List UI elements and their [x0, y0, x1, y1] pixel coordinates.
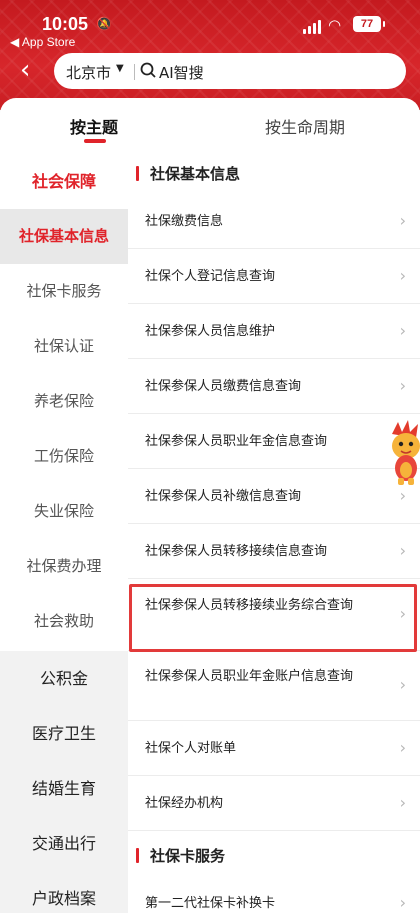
chevron-right-icon: ›: [399, 793, 406, 812]
list-item-label: 社保参保人员补缴信息查询: [145, 489, 302, 504]
sidebar-item-social-assistance[interactable]: 社会救助: [0, 594, 128, 649]
tab-by-topic[interactable]: 按主题: [70, 114, 118, 138]
list-item-label: 社保参保人员转移接续信息查询: [145, 544, 328, 559]
list-item-label: 社保个人登记信息查询: [145, 269, 276, 284]
wifi-icon: ◠: [328, 16, 342, 34]
list-item-label: 社保参保人员职业年金账户信息查询: [145, 669, 354, 684]
back-chevron-icon[interactable]: ‹: [20, 57, 30, 83]
section-title: 社保基本信息: [150, 165, 241, 183]
list-item[interactable]: 社保缴费信息 ›: [128, 194, 420, 249]
search-divider: [134, 64, 135, 80]
list-item[interactable]: 社保经办机构 ›: [128, 776, 420, 831]
list-item-label: 社保经办机构: [145, 796, 224, 811]
chevron-right-icon: ›: [399, 376, 406, 395]
sidebar-item-social-card[interactable]: 社保卡服务: [0, 264, 128, 319]
list-item-label: 社保缴费信息: [145, 214, 224, 229]
highlight-box: [129, 584, 417, 652]
tab-by-lifecycle[interactable]: 按生命周期: [265, 114, 345, 138]
list-item[interactable]: 社保参保人员信息维护 ›: [128, 304, 420, 359]
search-bar[interactable]: 北京市 ▼ AI智搜: [54, 53, 406, 89]
sidebar-item-unemployment[interactable]: 失业保险: [0, 484, 128, 539]
section-header: 社保卡服务: [128, 838, 420, 874]
status-bar: 10:05 🔕 ◀ App Store ◠ 77: [0, 10, 420, 49]
chevron-right-icon: ›: [399, 541, 406, 560]
list-item[interactable]: 社保参保人员缴费信息查询 ›: [128, 359, 420, 414]
caret-down-icon: ▼: [116, 63, 124, 74]
chevron-right-icon: ›: [399, 738, 406, 757]
search-input[interactable]: AI智搜: [159, 62, 204, 83]
tab-active-indicator: [84, 139, 106, 143]
sidebar-category-housing-fund[interactable]: 公积金: [0, 651, 128, 706]
list-item[interactable]: 第一二代社保卡补换卡 ›: [128, 876, 420, 913]
section-title: 社保卡服务: [150, 847, 226, 865]
list-item-label: 社保参保人员职业年金信息查询: [145, 434, 328, 449]
chevron-right-icon: ›: [399, 266, 406, 285]
sidebar-category-social-security[interactable]: 社会保障: [0, 154, 128, 209]
main-card: 按主题 按生命周期 社会保障 社保基本信息 社保卡服务 社保认证 养老保险 工伤…: [0, 98, 420, 913]
sidebar-item-fee-handling[interactable]: 社保费办理: [0, 539, 128, 594]
section-marker: [136, 166, 139, 181]
list-item[interactable]: 社保参保人员补缴信息查询 ›: [128, 469, 420, 524]
chevron-right-icon: ›: [399, 486, 406, 505]
sidebar-item-pension[interactable]: 养老保险: [0, 374, 128, 429]
chevron-right-icon: ›: [399, 893, 406, 912]
list-item-label: 社保参保人员信息维护: [145, 324, 276, 339]
list-item[interactable]: 社保参保人员职业年金信息查询 ›: [128, 414, 420, 469]
list-item[interactable]: 社保参保人员职业年金账户信息查询 ›: [128, 651, 420, 721]
section-marker: [136, 848, 139, 863]
category-sidebar: 社会保障 社保基本信息 社保卡服务 社保认证 养老保险 工伤保险 失业保险 社保…: [0, 154, 128, 913]
back-to-app-store-link[interactable]: ◀ App Store: [10, 35, 75, 49]
list-item-label: 社保参保人员缴费信息查询: [145, 379, 302, 394]
header-bar: 10:05 🔕 ◀ App Store ◠ 77 ‹ 北京市 ▼ AI智搜: [0, 0, 420, 110]
chevron-right-icon: ›: [399, 211, 406, 230]
list-item[interactable]: 社保个人对账单 ›: [128, 721, 420, 776]
battery-icon: 77: [353, 16, 385, 32]
sidebar-category-transport[interactable]: 交通出行: [0, 816, 128, 871]
status-time: 10:05: [42, 14, 89, 34]
sidebar-category-medical[interactable]: 医疗卫生: [0, 706, 128, 761]
list-item[interactable]: 社保个人登记信息查询 ›: [128, 249, 420, 304]
mascot-icon[interactable]: [384, 420, 420, 486]
list-item-label: 第一二代社保卡补换卡: [145, 896, 276, 911]
sidebar-item-injury-insurance[interactable]: 工伤保险: [0, 429, 128, 484]
tab-bar: 按主题 按生命周期: [0, 98, 420, 154]
sidebar-category-marriage-birth[interactable]: 结婚生育: [0, 761, 128, 816]
list-item-label: 社保个人对账单: [145, 741, 237, 756]
cellular-signal-icon: [303, 20, 323, 34]
chevron-right-icon: ›: [399, 675, 406, 694]
bell-off-icon: 🔕: [96, 17, 113, 32]
ai-search-icon: [139, 61, 157, 83]
city-selector[interactable]: 北京市: [66, 62, 111, 83]
sidebar-category-household-records[interactable]: 户政档案: [0, 871, 128, 913]
sidebar-item-authentication[interactable]: 社保认证: [0, 319, 128, 374]
sidebar-item-social-basic-info[interactable]: 社保基本信息: [0, 209, 128, 264]
section-header: 社保基本信息: [128, 156, 420, 192]
list-item[interactable]: 社保参保人员转移接续信息查询 ›: [128, 524, 420, 579]
service-list: 社保基本信息 社保缴费信息 › 社保个人登记信息查询 › 社保参保人员信息维护 …: [128, 154, 420, 913]
chevron-right-icon: ›: [399, 321, 406, 340]
